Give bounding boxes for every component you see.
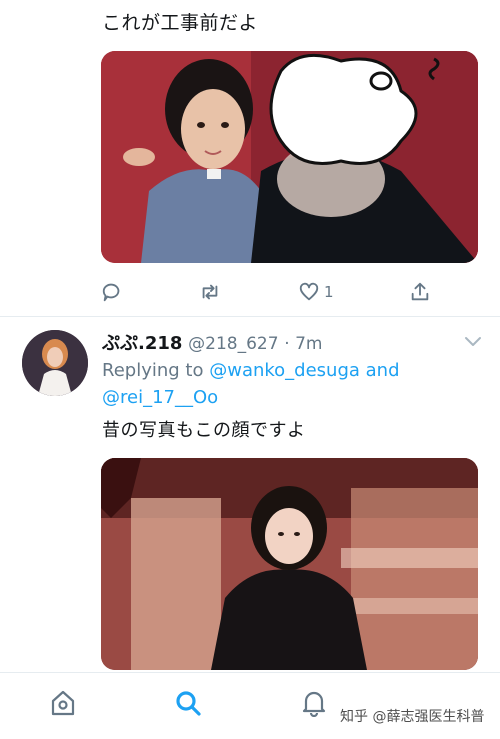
nav-home[interactable]: [49, 689, 77, 721]
chevron-down-icon: [465, 337, 481, 346]
tweet-photo[interactable]: [101, 458, 478, 670]
share-button[interactable]: [409, 281, 431, 303]
tweet-menu-button[interactable]: [464, 333, 482, 352]
notifications-icon: [302, 691, 326, 718]
mention-and[interactable]: and: [366, 360, 400, 381]
tweet-time: · 7m: [284, 334, 323, 354]
share-icon: [411, 282, 429, 301]
tweet-header: ぷぷ.218 @218_627 · 7m: [102, 329, 322, 355]
photo-illustration: [101, 51, 478, 263]
like-count: 1: [323, 283, 334, 301]
mention-link[interactable]: @wanko_desuga: [209, 360, 360, 381]
like-button[interactable]: 1: [298, 281, 334, 303]
display-name[interactable]: ぷぷ.218: [102, 333, 182, 354]
nav-notifications[interactable]: [300, 689, 328, 721]
avatar[interactable]: [22, 330, 88, 396]
mention-link[interactable]: @rei_17__Oo: [102, 387, 218, 408]
retweet-button[interactable]: [198, 281, 222, 303]
retweet-icon: [203, 284, 218, 300]
like-icon: [299, 282, 319, 301]
search-icon: [176, 691, 201, 716]
watermark: 知乎 @薛志强医生科普: [340, 709, 485, 725]
user-handle[interactable]: @218_627: [188, 334, 278, 354]
reply-button[interactable]: [101, 281, 123, 303]
tweet-text: これが工事前だよ: [102, 12, 259, 34]
home-icon: [51, 690, 75, 716]
tweet-divider: [0, 316, 500, 317]
replying-label: Replying to: [102, 360, 204, 381]
avatar-image: [22, 330, 88, 396]
tweet-photo[interactable]: [101, 51, 478, 263]
reply-icon: [102, 283, 120, 302]
tweet-actions: 1: [101, 277, 431, 307]
nav-search[interactable]: [174, 689, 202, 721]
photo-illustration: [101, 458, 478, 670]
replying-to: Replying to @wanko_desuga and @rei_17__O…: [102, 357, 472, 411]
tweet-text: 昔の写真もこの顔ですよ: [102, 420, 306, 441]
